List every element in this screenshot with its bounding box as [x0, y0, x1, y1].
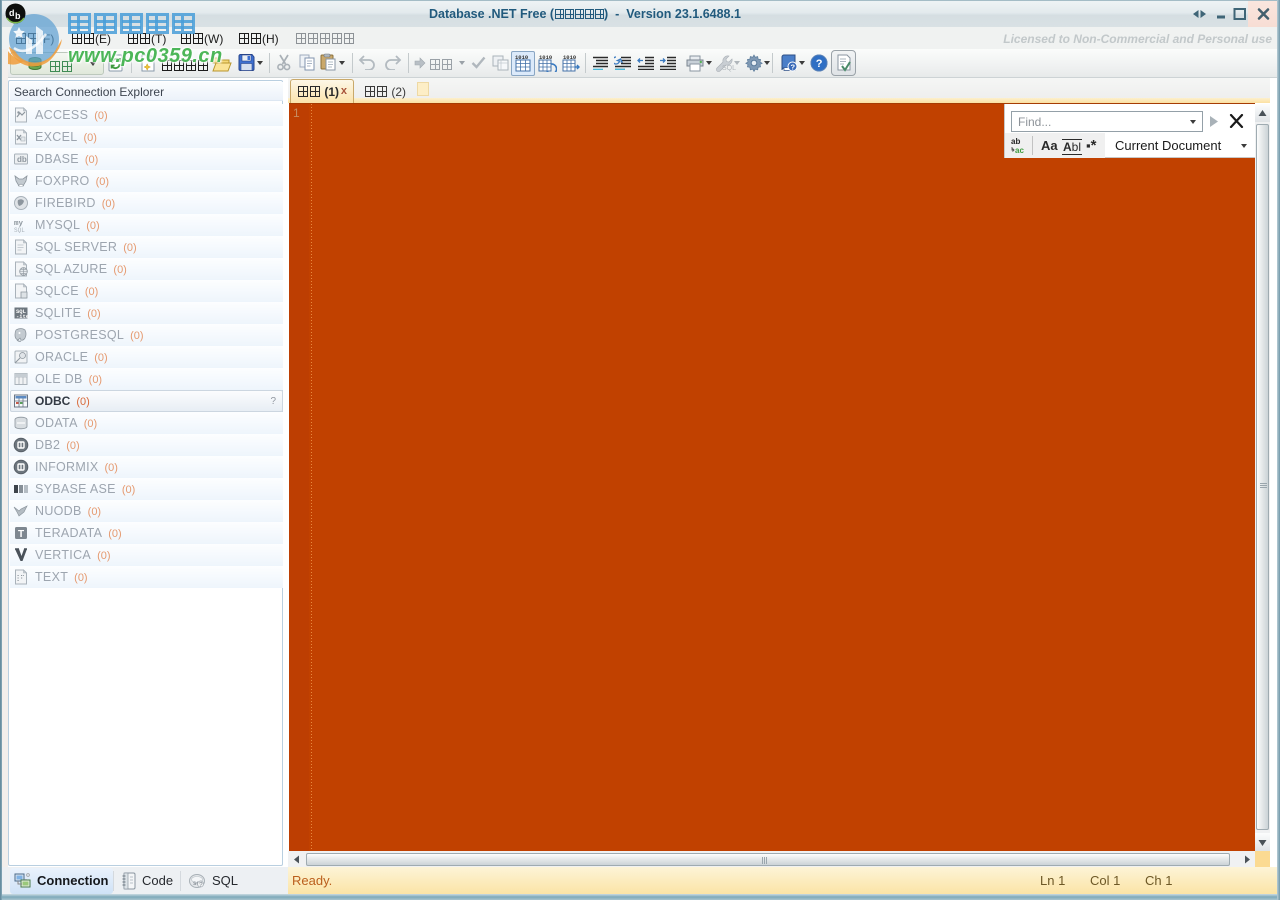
- svg-text:-ite: -ite: [16, 313, 29, 320]
- svg-text:d: d: [9, 8, 15, 18]
- svg-text:T: T: [18, 529, 24, 540]
- svg-text:ab: ab: [1011, 137, 1020, 146]
- svg-text:b: b: [15, 11, 21, 21]
- svg-text:?: ?: [199, 882, 203, 889]
- svg-text:?: ?: [791, 63, 796, 72]
- svg-text:SQL: SQL: [14, 227, 25, 233]
- svg-text:db: db: [17, 155, 27, 164]
- svg-text:ac: ac: [1015, 146, 1024, 154]
- svg-text:SQL: SQL: [722, 65, 736, 72]
- svg-text:?: ?: [816, 58, 823, 70]
